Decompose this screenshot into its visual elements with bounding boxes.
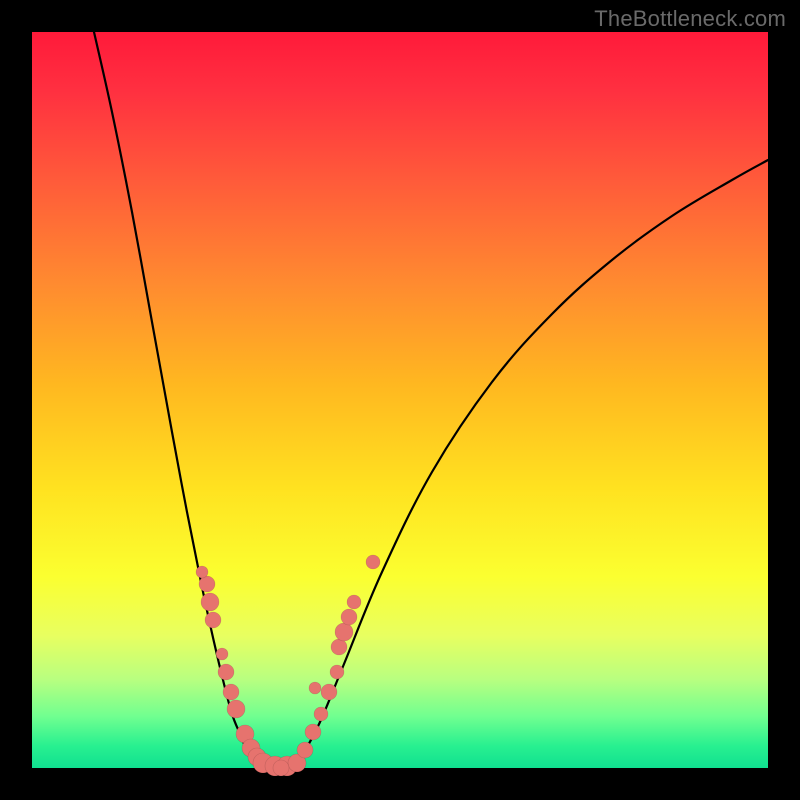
data-dot: [321, 684, 337, 700]
plot-area: [32, 32, 768, 768]
chart-frame: TheBottleneck.com: [0, 0, 800, 800]
data-dot: [366, 555, 380, 569]
data-dot: [218, 664, 234, 680]
bottleneck-curve: [94, 32, 768, 768]
data-dot: [227, 700, 245, 718]
watermark-text: TheBottleneck.com: [594, 6, 786, 32]
data-dot: [199, 576, 215, 592]
chart-svg: [32, 32, 768, 768]
data-dots-group: [196, 555, 380, 776]
data-dot: [196, 566, 208, 578]
data-dot: [201, 593, 219, 611]
data-dot: [223, 684, 239, 700]
data-dot: [314, 707, 328, 721]
data-dot: [309, 682, 321, 694]
data-dot: [216, 648, 228, 660]
data-dot: [305, 724, 321, 740]
data-dot: [205, 612, 221, 628]
data-dot: [273, 760, 289, 776]
data-dot: [347, 595, 361, 609]
data-dot: [331, 639, 347, 655]
data-dot: [297, 742, 313, 758]
data-dot: [341, 609, 357, 625]
data-dot: [335, 623, 353, 641]
data-dot: [330, 665, 344, 679]
